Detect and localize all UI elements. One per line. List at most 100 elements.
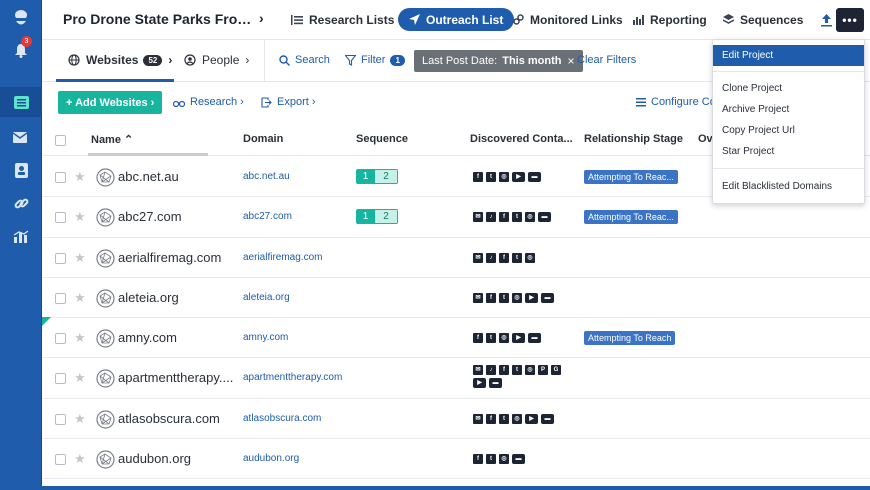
t-icon[interactable]: t	[512, 212, 522, 223]
t-icon[interactable]: t	[499, 292, 509, 303]
star-icon[interactable]: ★	[74, 250, 86, 266]
row-checkbox[interactable]	[55, 292, 66, 304]
star-icon[interactable]: ★	[74, 370, 86, 386]
star-icon[interactable]: ★	[74, 209, 86, 225]
mail-icon[interactable]: ✉	[473, 413, 483, 424]
domain-link[interactable]: abc27.com	[243, 211, 292, 222]
f-icon[interactable]: f	[473, 333, 483, 344]
mail-icon[interactable]: ✉	[473, 252, 483, 263]
web-icon[interactable]: ▬	[541, 292, 554, 303]
row-checkbox[interactable]	[55, 172, 66, 183]
site-name[interactable]: abc.net.au	[118, 169, 254, 184]
yt-icon[interactable]: ▶	[473, 378, 486, 389]
domain-link[interactable]: aleteia.org	[243, 292, 290, 303]
ig-icon[interactable]: ◎	[499, 454, 509, 465]
active-filter-chip[interactable]: Last Post Date: This month ×	[414, 50, 583, 72]
ig-icon[interactable]: ◎	[525, 252, 535, 263]
ig-icon[interactable]: ◎	[499, 333, 509, 344]
row-checkbox[interactable]	[55, 373, 66, 385]
f-icon[interactable]: f	[473, 454, 483, 465]
f-icon[interactable]: f	[486, 292, 496, 303]
tab-people[interactable]: People ›	[184, 53, 249, 67]
ig-icon[interactable]: ◎	[525, 365, 535, 376]
row-checkbox[interactable]	[55, 454, 66, 466]
web-icon[interactable]: ▬	[541, 413, 554, 424]
ig-icon[interactable]: ◎	[499, 172, 509, 182]
mail-icon[interactable]	[0, 122, 42, 152]
yt-icon[interactable]: ▶	[525, 413, 538, 424]
star-icon[interactable]: ★	[74, 330, 86, 346]
ig-icon[interactable]: ◎	[512, 292, 522, 303]
tk-icon[interactable]: ♪	[486, 252, 496, 263]
g-icon[interactable]: G	[551, 365, 561, 376]
web-icon[interactable]: ▬	[538, 212, 551, 223]
ig-icon[interactable]: ◎	[525, 212, 535, 223]
menu-item-clone-project[interactable]: Clone Project	[713, 78, 864, 99]
site-name[interactable]: aleteia.org	[118, 290, 254, 305]
table-row[interactable]: ★ aleteia.org aleteia.org ✉ f t ◎ ▶ ▬	[42, 277, 870, 319]
relationship-stage-badge[interactable]: Attempting To Reac...	[584, 170, 678, 184]
yt-icon[interactable]: ▶	[525, 292, 538, 303]
mail-icon[interactable]: ✉	[473, 365, 483, 376]
row-checkbox[interactable]	[55, 333, 66, 345]
site-name[interactable]: audubon.org	[118, 451, 254, 466]
web-icon[interactable]: ▬	[489, 378, 502, 389]
add-websites-button[interactable]: + Add Websites ›	[58, 91, 163, 114]
star-icon[interactable]: ★	[74, 411, 86, 427]
web-icon[interactable]: ▬	[528, 172, 541, 182]
relationship-stage-badge[interactable]: Attempting To Reac...	[584, 210, 678, 225]
column-relationship-stage[interactable]: Relationship Stage	[584, 133, 683, 145]
sequence-progress[interactable]: 12	[356, 209, 398, 225]
f-icon[interactable]: f	[499, 252, 509, 263]
row-checkbox[interactable]	[55, 212, 66, 224]
outreach-list-icon[interactable]	[0, 87, 42, 117]
tk-icon[interactable]: ♪	[486, 212, 496, 223]
row-checkbox[interactable]	[55, 413, 66, 425]
tab-sequences[interactable]: Sequences	[723, 8, 803, 31]
select-all-checkbox[interactable]	[55, 135, 66, 146]
reports-icon[interactable]	[0, 222, 42, 252]
close-icon[interactable]: ×	[568, 54, 575, 68]
star-icon[interactable]: ★	[74, 169, 86, 185]
web-icon[interactable]: ▬	[512, 454, 525, 465]
row-checkbox[interactable]	[55, 252, 66, 264]
mail-icon[interactable]: ✉	[473, 212, 483, 223]
tab-monitored-links[interactable]: Monitored Links	[513, 8, 623, 31]
site-name[interactable]: apartmenttherapy....	[118, 370, 254, 385]
table-row[interactable]: ★ amny.com amny.com f t ◎ ▶ ▬ Attempting To Reac…	[42, 318, 870, 359]
site-name[interactable]: abc27.com	[118, 209, 254, 224]
relationship-stage-badge[interactable]: Attempting To Reach	[584, 331, 676, 346]
tab-reporting[interactable]: Reporting	[633, 8, 707, 31]
table-row[interactable]: ★ atlasobscura.com atlasobscura.com ✉ f t ◎ ▶ ▬	[42, 398, 870, 440]
domain-link[interactable]: audubon.org	[243, 453, 299, 464]
clear-filters-link[interactable]: Clear Filters	[577, 54, 636, 66]
upload-icon[interactable]	[818, 11, 834, 29]
app-logo-icon[interactable]	[0, 4, 42, 34]
t-icon[interactable]: t	[512, 365, 522, 376]
t-icon[interactable]: t	[512, 252, 522, 263]
column-domain[interactable]: Domain	[243, 133, 283, 145]
tab-websites[interactable]: Websites 52 ›	[68, 53, 172, 67]
f-icon[interactable]: f	[499, 365, 509, 376]
filter-button[interactable]: Filter 1	[345, 54, 405, 66]
domain-link[interactable]: aerialfiremag.com	[243, 252, 322, 263]
yt-icon[interactable]: ▶	[512, 172, 525, 182]
column-name[interactable]: Name ⌃	[91, 133, 133, 146]
menu-item-archive-project[interactable]: Archive Project	[713, 99, 864, 120]
sequence-progress[interactable]: 12	[356, 169, 398, 184]
table-row[interactable]: ★ audubon.org audubon.org f t ◎ ▬	[42, 439, 870, 480]
column-discovered-contacts[interactable]: Discovered Conta...	[470, 133, 573, 145]
export-button[interactable]: Export ›	[261, 96, 316, 108]
site-name[interactable]: atlasobscura.com	[118, 411, 254, 426]
more-options-button[interactable]: •••	[836, 8, 864, 32]
table-row[interactable]: ★ apartmenttherapy.... apartmenttherapy.co…	[42, 358, 870, 399]
tab-research-lists[interactable]: Research Lists	[291, 8, 394, 31]
web-icon[interactable]: ▬	[528, 333, 541, 344]
p-icon[interactable]: P	[538, 365, 548, 376]
project-chevron-icon[interactable]: ›	[259, 10, 264, 26]
f-icon[interactable]: f	[473, 172, 483, 182]
menu-item-star-project[interactable]: Star Project	[713, 141, 864, 162]
project-title[interactable]: Pro Drone State Parks From ...	[63, 11, 253, 27]
site-name[interactable]: aerialfiremag.com	[118, 250, 254, 265]
link-icon[interactable]	[0, 188, 42, 218]
